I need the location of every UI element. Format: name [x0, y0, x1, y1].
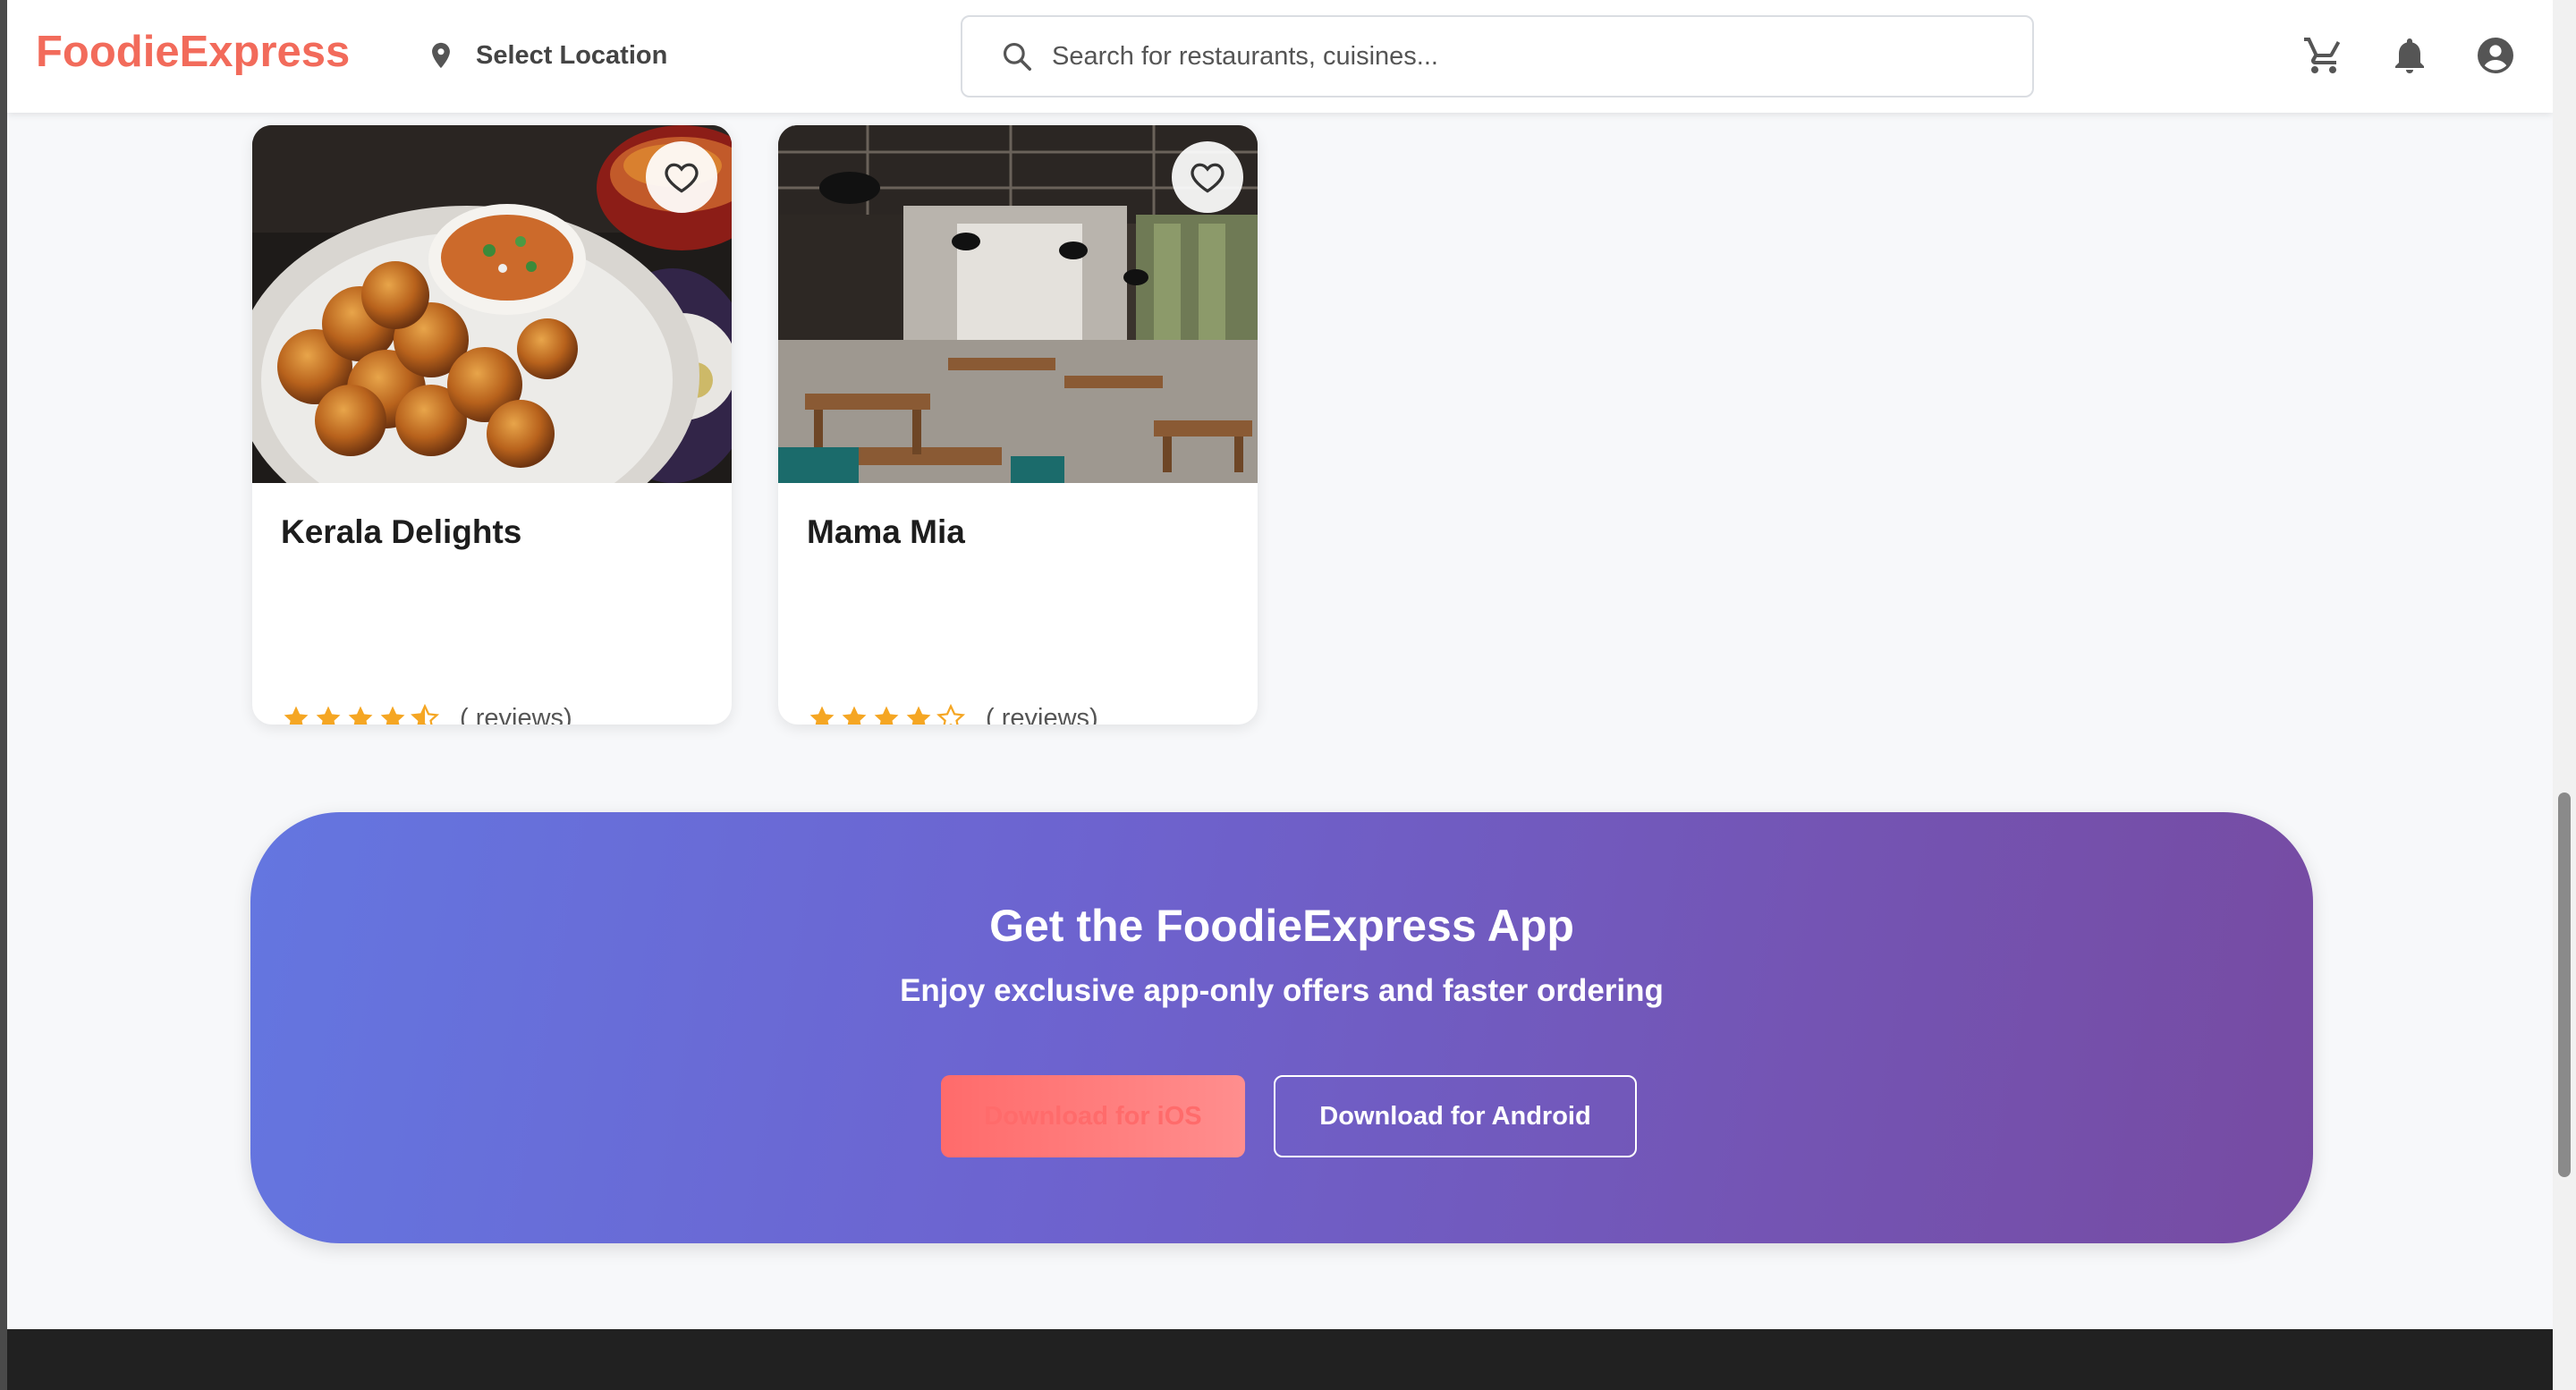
banner-subtitle: Enjoy exclusive app-only offers and fast…: [900, 973, 1664, 1008]
top-header: FoodieExpress Select Location: [7, 0, 2553, 113]
search-icon: [1003, 42, 1031, 71]
star-half-icon: [411, 703, 440, 725]
reviews-count[interactable]: ( reviews): [460, 704, 572, 725]
star-full-icon: [809, 706, 835, 725]
star-full-icon: [842, 706, 867, 725]
app-download-banner: Get the FoodieExpress App Enjoy exclusiv…: [250, 812, 2313, 1243]
rating-row: ( reviews): [807, 703, 1098, 725]
scrollbar-thumb[interactable]: [2558, 792, 2571, 1177]
favorite-button[interactable]: [646, 141, 717, 213]
star-full-icon: [348, 706, 373, 725]
restaurant-name[interactable]: Kerala Delights: [281, 513, 521, 551]
page-viewport: FoodieExpress Select Location Search for…: [7, 0, 2553, 1390]
star-full-icon: [316, 706, 341, 725]
star-full-icon: [284, 706, 309, 725]
brand-logo[interactable]: FoodieExpress: [36, 27, 350, 77]
reviews-count[interactable]: ( reviews): [986, 704, 1098, 725]
heart-icon: [665, 163, 699, 193]
cart-icon[interactable]: [2302, 34, 2345, 77]
account-icon[interactable]: [2474, 34, 2517, 77]
restaurant-image: [252, 125, 732, 483]
heart-icon: [1191, 163, 1224, 193]
bell-icon[interactable]: [2388, 34, 2431, 77]
restaurant-card[interactable]: Mama Mia ( reviews) 30 ₹45 delivery: [778, 125, 1258, 725]
location-label: Select Location: [476, 40, 668, 70]
restaurant-card[interactable]: Kerala Delights ( reviews) 25 ₹35 delive…: [252, 125, 732, 725]
search-bar[interactable]: [961, 15, 2034, 97]
location-pin-icon: [432, 42, 450, 69]
star-full-icon: [380, 706, 405, 725]
star-full-icon: [874, 706, 899, 725]
banner-title: Get the FoodieExpress App: [989, 901, 1574, 951]
location-selector[interactable]: Select Location: [426, 38, 667, 73]
star-empty-icon: [936, 703, 966, 725]
download-android-button[interactable]: Download for Android: [1274, 1075, 1637, 1157]
rating-row: ( reviews): [281, 703, 572, 725]
restaurant-image: [778, 125, 1258, 483]
search-input[interactable]: [1052, 41, 1991, 72]
vertical-scrollbar[interactable]: [2553, 0, 2576, 1390]
restaurant-name[interactable]: Mama Mia: [807, 513, 965, 551]
star-full-icon: [906, 706, 931, 725]
favorite-button[interactable]: [1172, 141, 1243, 213]
download-ios-button[interactable]: Download for iOS: [941, 1075, 1245, 1157]
page-footer: [7, 1329, 2553, 1390]
